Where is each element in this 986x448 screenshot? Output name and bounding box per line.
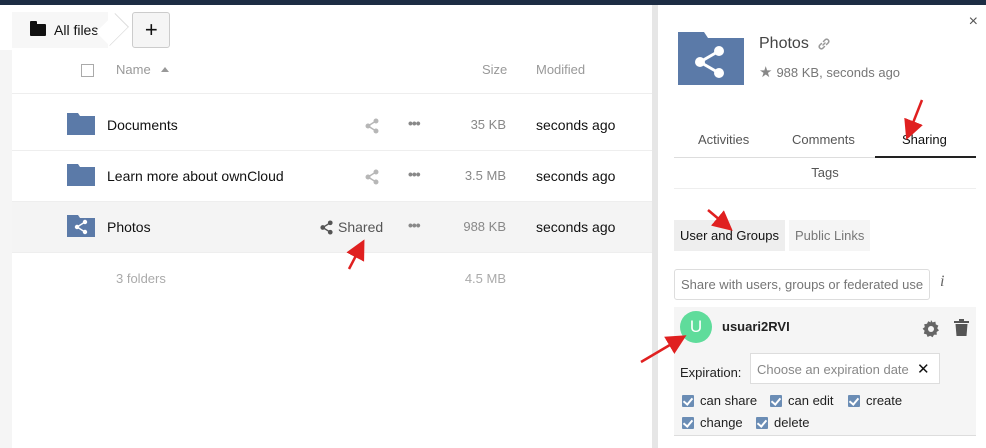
navigation-edge [0, 50, 12, 448]
permission-delete[interactable]: delete [756, 415, 809, 430]
close-icon[interactable]: × [969, 13, 978, 31]
folder-icon [67, 113, 95, 135]
permission-label: change [700, 415, 743, 430]
permission-create[interactable]: create [848, 393, 902, 408]
column-modified[interactable]: Modified [536, 62, 585, 77]
share-username: usuari2RVI [722, 319, 790, 334]
shared-folder-icon [678, 32, 744, 85]
permission-label: can edit [788, 393, 834, 408]
file-name[interactable]: Photos [107, 219, 151, 235]
tab-activities[interactable]: Activities [698, 132, 749, 147]
file-row[interactable]: Learn more about ownCloud ••• 3.5 MB sec… [12, 151, 652, 202]
subtab-user-and-groups[interactable]: User and Groups [674, 220, 785, 251]
share-with-input[interactable] [674, 269, 930, 300]
file-size: 3.5 MB [464, 168, 506, 183]
sharing-subtabs: User and Groups Public Links [674, 220, 874, 251]
info-icon[interactable]: i [940, 273, 944, 291]
sort-ascending-icon [161, 67, 169, 72]
tab-sharing[interactable]: Sharing [902, 132, 947, 147]
permission-label: create [866, 393, 903, 408]
permission-change[interactable]: change [682, 415, 743, 430]
permission-label: delete [774, 415, 810, 430]
select-all-checkbox[interactable] [81, 64, 94, 77]
star-icon[interactable]: ★ [759, 63, 772, 81]
details-tabs: Activities Comments Sharing [674, 128, 976, 158]
file-size: 35 KB [470, 117, 506, 132]
total-size: 4.5 MB [464, 271, 506, 286]
details-meta: ★ 988 KB, seconds ago [759, 63, 900, 81]
tab-comments[interactable]: Comments [792, 132, 855, 147]
details-title: Photos [759, 35, 831, 53]
checkbox-checked[interactable] [770, 394, 782, 407]
file-name[interactable]: Documents [107, 117, 178, 133]
breadcrumb-separator [108, 12, 124, 48]
share-icon[interactable] [364, 169, 380, 185]
shared-indicator[interactable]: Shared [319, 219, 383, 235]
link-icon[interactable] [817, 37, 831, 51]
details-filename: Photos [759, 35, 809, 52]
breadcrumb-home[interactable]: All files [12, 12, 109, 48]
avatar: U [680, 311, 712, 343]
expiration-label: Expiration: [680, 365, 742, 380]
file-list-summary: 3 folders 4.5 MB [12, 262, 652, 292]
file-name[interactable]: Learn more about ownCloud [107, 168, 284, 184]
share-icon[interactable] [364, 118, 380, 134]
breadcrumb-home-label: All files [54, 22, 99, 38]
more-actions-icon[interactable]: ••• [408, 217, 421, 233]
expiration-date-input[interactable]: Choose an expiration date [750, 353, 940, 384]
permission-can-share[interactable]: can share [682, 393, 757, 408]
checkbox-checked[interactable] [682, 394, 694, 407]
file-modified: seconds ago [536, 219, 616, 235]
folder-icon [30, 21, 46, 36]
share-icon [320, 219, 333, 235]
more-actions-icon[interactable]: ••• [408, 115, 421, 131]
shared-folder-icon [67, 215, 95, 237]
permission-label: can share [700, 393, 758, 408]
details-sidebar: × Photos ★ 988 KB, seconds ago Activitie… [658, 5, 986, 448]
file-modified: seconds ago [536, 168, 616, 184]
share-entry: U usuari2RVI Expiration: Choose an expir… [674, 307, 976, 436]
column-size[interactable]: Size [482, 62, 507, 77]
subtab-public-links[interactable]: Public Links [789, 220, 871, 251]
folder-count: 3 folders [116, 271, 166, 286]
permission-can-edit[interactable]: can edit [770, 393, 834, 408]
file-size: 988 KB [463, 219, 506, 234]
folder-icon [67, 164, 95, 186]
trash-icon[interactable] [954, 319, 969, 336]
breadcrumb: All files + [12, 10, 642, 50]
tab-tags[interactable]: Tags [674, 159, 976, 189]
details-meta-text: 988 KB, seconds ago [776, 64, 901, 80]
file-modified: seconds ago [536, 117, 616, 133]
file-row-selected[interactable]: Photos Shared ••• 988 KB seconds ago [12, 202, 652, 253]
column-name[interactable]: Name [116, 62, 151, 77]
clear-icon[interactable]: ✕ [917, 360, 930, 378]
checkbox-checked[interactable] [848, 394, 860, 407]
file-row[interactable]: Documents ••• 35 KB seconds ago [12, 100, 652, 151]
new-button[interactable]: + [132, 12, 171, 48]
file-list-header: Name Size Modified [12, 50, 652, 94]
shared-label: Shared [338, 219, 384, 235]
checkbox-checked[interactable] [756, 416, 768, 429]
more-actions-icon[interactable]: ••• [408, 166, 421, 182]
active-tab-underline [875, 156, 976, 158]
checkbox-checked[interactable] [682, 416, 694, 429]
gear-icon[interactable] [922, 320, 940, 338]
